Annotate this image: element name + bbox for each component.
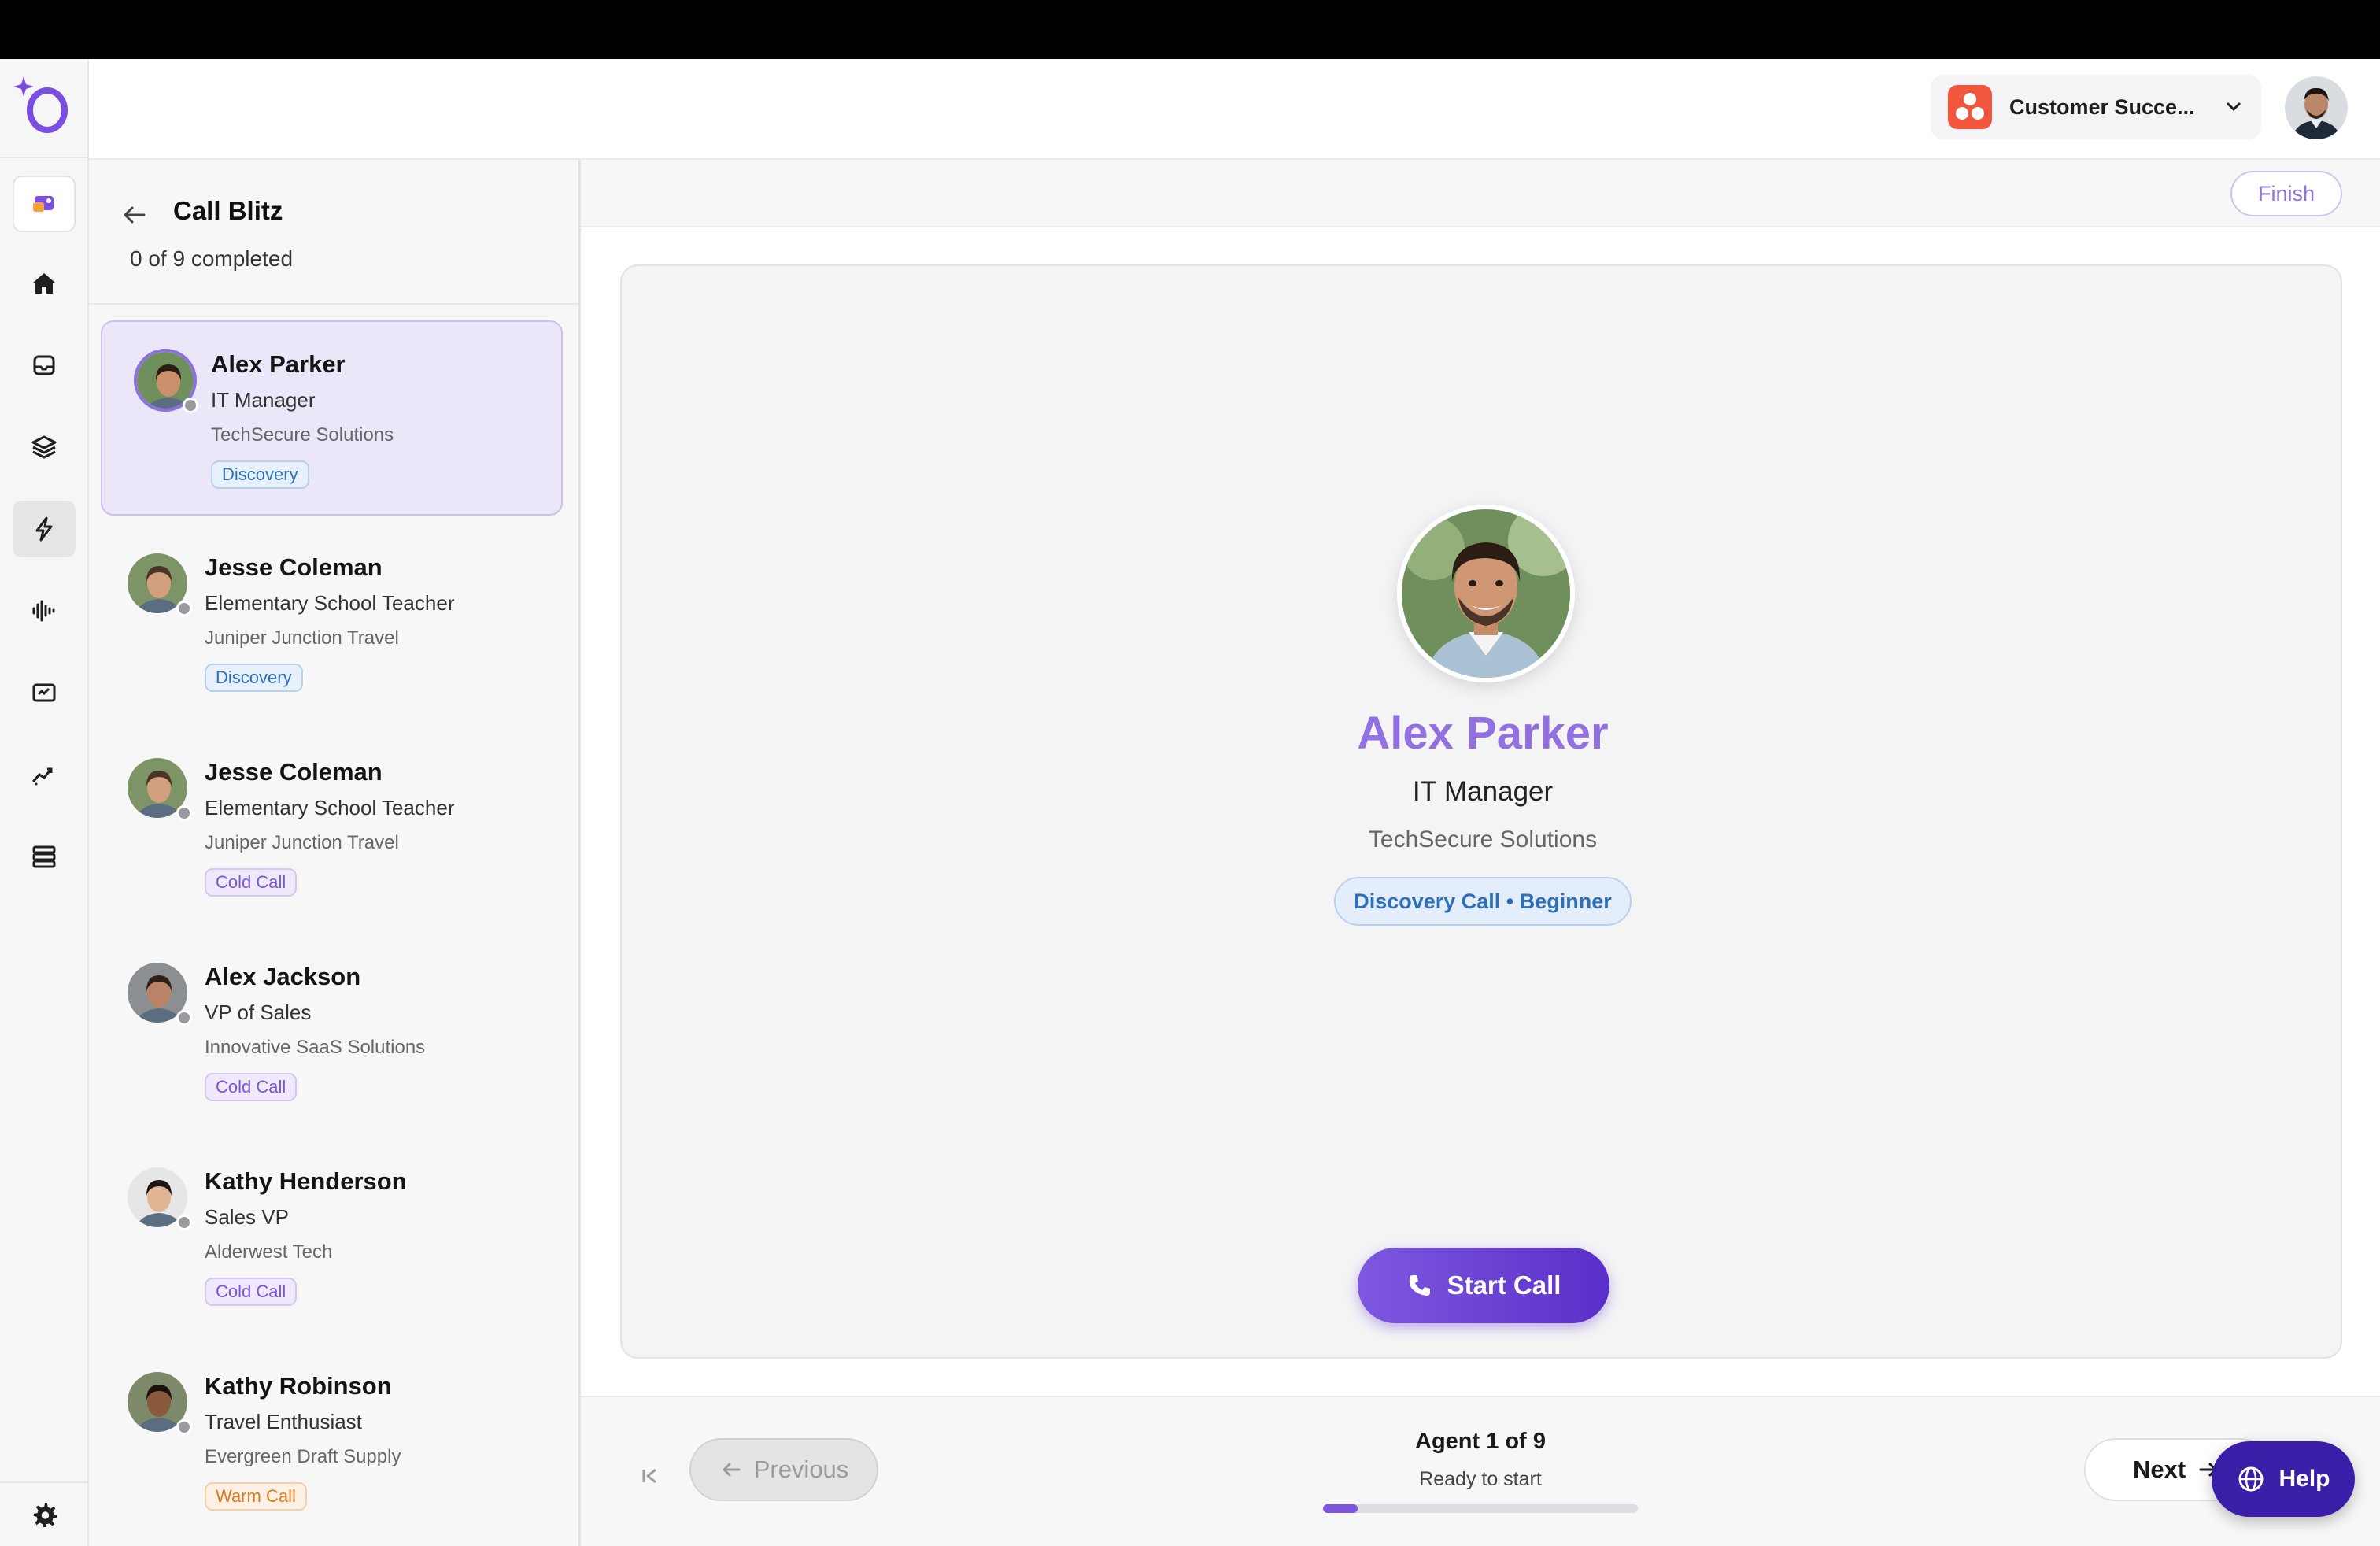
blitz-progress-bar bbox=[1323, 1504, 1638, 1513]
globe-icon bbox=[2238, 1466, 2264, 1492]
presence-dot bbox=[176, 805, 192, 821]
navigation-footer: Previous Agent 1 of 9 Ready to start Nex… bbox=[581, 1396, 2380, 1546]
workspace-switcher[interactable]: Customer Succe... bbox=[1931, 75, 2261, 139]
rail-home[interactable] bbox=[13, 255, 76, 312]
app-logo[interactable] bbox=[0, 59, 89, 158]
start-call-button[interactable]: Start Call bbox=[1358, 1248, 1609, 1323]
list-header: Call Blitz 0 of 9 completed bbox=[89, 160, 578, 305]
list-progress: 0 of 9 completed bbox=[130, 246, 294, 271]
rail-app-tile[interactable] bbox=[13, 176, 76, 232]
agent-company: Evergreen Draft Supply bbox=[205, 1446, 401, 1467]
workspace-label: Customer Succe... bbox=[2009, 94, 2195, 119]
agent-role: VP of Sales bbox=[205, 1000, 312, 1024]
call-type-badge: Warm Call bbox=[205, 1482, 307, 1511]
call-list-panel: Call Blitz 0 of 9 completed Alex Parker I… bbox=[89, 160, 581, 1546]
asana-logo-icon bbox=[1948, 85, 1992, 129]
help-button[interactable]: Help bbox=[2212, 1441, 2355, 1517]
agent-card[interactable]: Kathy Robinson Travel Enthusiast Evergreen… bbox=[101, 1344, 563, 1539]
presentation-icon bbox=[32, 683, 56, 702]
agent-company: Juniper Junction Travel bbox=[205, 832, 399, 853]
presence-dot bbox=[176, 1215, 192, 1230]
agent-name: Alex Parker bbox=[211, 350, 346, 378]
current-agent-company: TechSecure Solutions bbox=[1368, 827, 1598, 853]
main-panel: Finish Alex Parker IT Manager TechSecure… bbox=[581, 160, 2380, 1546]
logo-icon bbox=[13, 76, 68, 133]
current-agent-avatar bbox=[1397, 505, 1575, 682]
left-rail bbox=[0, 59, 89, 1546]
agent-role: Elementary School Teacher bbox=[205, 591, 455, 615]
help-label: Help bbox=[2278, 1466, 2330, 1492]
rail-recordings[interactable] bbox=[13, 583, 76, 639]
presence-dot bbox=[176, 1419, 192, 1435]
agent-company: TechSecure Solutions bbox=[211, 424, 394, 446]
rail-settings[interactable] bbox=[0, 1481, 89, 1546]
agent-role: IT Manager bbox=[211, 388, 316, 412]
call-type-badge: Cold Call bbox=[205, 1073, 298, 1101]
agent-role: Elementary School Teacher bbox=[205, 796, 455, 819]
main-toolbar: Finish bbox=[581, 160, 2380, 227]
bolt-icon bbox=[35, 516, 53, 542]
agent-card[interactable]: Jesse Coleman Elementary School Teacher Ju… bbox=[101, 525, 563, 720]
rail-presentations[interactable] bbox=[13, 664, 76, 721]
agent-card[interactable]: Alex Parker IT Manager TechSecure Solution… bbox=[101, 320, 563, 516]
rail-call-blitz[interactable] bbox=[13, 501, 76, 557]
window-top-bar bbox=[0, 0, 2380, 59]
layers-icon bbox=[31, 435, 57, 459]
current-agent-call-type-badge: Discovery Call • Beginner bbox=[1334, 877, 1632, 926]
finish-button[interactable]: Finish bbox=[2230, 171, 2342, 216]
app-tile-icon bbox=[33, 196, 54, 212]
call-type-badge: Discovery bbox=[211, 460, 309, 489]
analytics-icon bbox=[32, 767, 53, 786]
blitz-progress-fill bbox=[1323, 1504, 1358, 1513]
agent-company: Alderwest Tech bbox=[205, 1241, 333, 1263]
inbox-icon bbox=[33, 355, 55, 375]
agent-name: Jesse Coleman bbox=[205, 758, 382, 786]
agent-card[interactable]: Kathy Henderson Sales VP Alderwest Tech Col… bbox=[101, 1139, 563, 1334]
presence-dot bbox=[183, 398, 198, 413]
current-agent-name: Alex Parker bbox=[1357, 708, 1609, 759]
agent-portrait bbox=[1402, 509, 1570, 678]
rail-database[interactable] bbox=[13, 828, 76, 885]
phone-icon bbox=[1409, 1275, 1430, 1296]
agent-name: Kathy Robinson bbox=[205, 1372, 392, 1400]
agent-name: Alex Jackson bbox=[205, 963, 361, 990]
presence-dot bbox=[176, 1010, 192, 1026]
database-icon bbox=[32, 845, 56, 868]
call-type-badge: Discovery bbox=[205, 664, 303, 692]
list-title: Call Blitz bbox=[173, 196, 283, 225]
agent-company: Juniper Junction Travel bbox=[205, 627, 399, 649]
top-header: Customer Succe... bbox=[89, 59, 2380, 160]
start-call-label: Start Call bbox=[1447, 1270, 1561, 1300]
agent-card[interactable]: Jesse Coleman Elementary School Teacher Ju… bbox=[101, 730, 563, 925]
agent-role: Travel Enthusiast bbox=[205, 1410, 362, 1433]
presence-dot bbox=[176, 601, 192, 616]
agent-stage: Alex Parker IT Manager TechSecure Soluti… bbox=[620, 264, 2342, 1359]
next-label: Next bbox=[2133, 1455, 2186, 1483]
gear-icon bbox=[33, 1503, 57, 1528]
waveform-icon bbox=[32, 600, 55, 622]
app-window: Customer Succe... Call Blitz 0 of 9 comp… bbox=[0, 59, 2380, 1546]
back-arrow-icon[interactable] bbox=[119, 199, 150, 231]
agent-card[interactable]: Alex Jackson VP of Sales Innovative SaaS S… bbox=[101, 934, 563, 1130]
user-avatar-image bbox=[2285, 76, 2348, 139]
current-agent-role: IT Manager bbox=[1412, 776, 1554, 807]
chevron-down-icon bbox=[2227, 102, 2241, 112]
agent-name: Kathy Henderson bbox=[205, 1167, 407, 1195]
rail-layers[interactable] bbox=[13, 419, 76, 475]
rail-analytics[interactable] bbox=[13, 746, 76, 803]
agent-role: Sales VP bbox=[205, 1205, 289, 1229]
agent-company: Innovative SaaS Solutions bbox=[205, 1037, 426, 1058]
call-type-badge: Cold Call bbox=[205, 868, 298, 897]
agent-name: Jesse Coleman bbox=[205, 553, 382, 581]
user-avatar[interactable] bbox=[2285, 76, 2348, 139]
call-type-badge: Cold Call bbox=[205, 1278, 298, 1306]
rail-inbox[interactable] bbox=[13, 337, 76, 394]
home-icon bbox=[33, 273, 55, 294]
